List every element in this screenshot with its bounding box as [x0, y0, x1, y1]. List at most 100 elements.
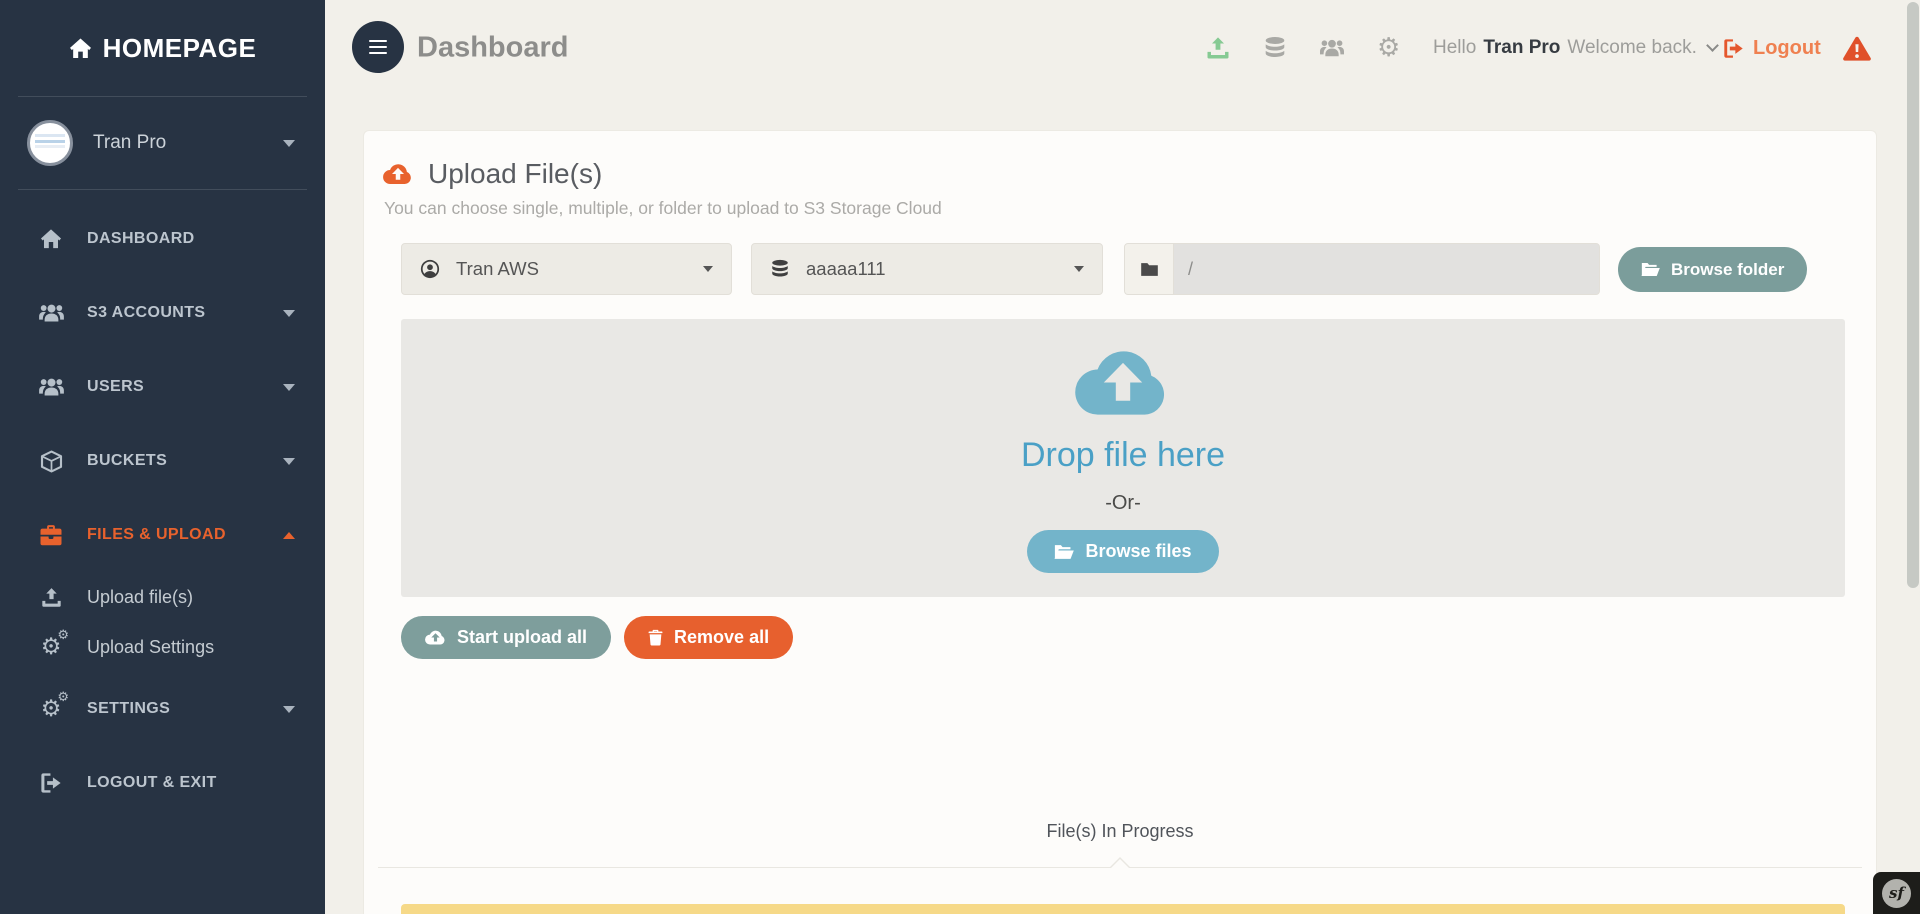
remove-all-label: Remove all	[674, 627, 770, 647]
remove-all-button[interactable]: Remove all	[624, 616, 794, 659]
hamburger-icon	[369, 39, 387, 43]
sidebar-item-label: S3 ACCOUNTS	[87, 304, 206, 321]
panel-title: Upload File(s)	[428, 158, 603, 189]
bucket-select-value: aaaaa111	[806, 258, 886, 279]
sidebar-user-name: Tran Pro	[93, 132, 167, 153]
caret-down-icon	[283, 457, 295, 465]
sidebar-nav: DASHBOARD S3 ACCOUNTS USERS BUCKETS FILE…	[0, 202, 325, 820]
sign-out-icon	[1723, 38, 1744, 59]
sidebar-item-upload-files[interactable]: Upload file(s)	[0, 572, 325, 622]
cloud-upload-icon	[425, 629, 446, 646]
page-title: Dashboard	[417, 31, 569, 64]
caret-down-icon	[283, 705, 295, 713]
warning-icon[interactable]	[1843, 36, 1871, 61]
account-select[interactable]: Tran AWS	[401, 243, 732, 295]
panel-heading: Upload File(s)	[383, 158, 602, 190]
upload-actions: Start upload all Remove all	[401, 616, 794, 659]
in-progress-title: File(s) In Progress	[1046, 821, 1194, 841]
cube-icon	[36, 450, 66, 473]
sidebar-item-label: USERS	[87, 378, 145, 395]
sidebar-item-logout-exit[interactable]: LOGOUT & EXIT	[0, 746, 325, 820]
header-quick-icons: ⚙	[1206, 0, 1400, 96]
sidebar-item-users[interactable]: USERS	[0, 350, 325, 424]
chevron-down-icon	[1706, 38, 1719, 52]
symfony-logo-icon: sf	[1882, 878, 1911, 908]
upload-panel: Upload File(s) You can choose single, mu…	[363, 130, 1877, 914]
greeting-user-name: Tran Pro	[1483, 37, 1561, 58]
sidebar-divider	[18, 189, 307, 190]
page-scrollbar	[1906, 0, 1919, 914]
cloud-upload-icon	[383, 162, 413, 186]
users-icon	[36, 302, 66, 324]
caret-up-icon	[283, 531, 295, 539]
sidebar-item-label: FILES & UPLOAD	[87, 526, 226, 543]
account-select-value: Tran AWS	[456, 258, 539, 279]
sidebar-item-label: BUCKETS	[87, 452, 168, 469]
logout-label: Logout	[1753, 36, 1821, 59]
upload-icon[interactable]	[1206, 36, 1230, 60]
panel-subtitle: You can choose single, multiple, or fold…	[384, 198, 942, 218]
logout-button[interactable]: Logout	[1723, 0, 1821, 96]
browse-files-button[interactable]: Browse files	[1027, 530, 1219, 573]
greeting-welcome: Welcome back.	[1567, 37, 1697, 58]
home-icon	[36, 228, 66, 250]
dropzone-title: Drop file here	[1020, 436, 1226, 474]
folder-open-icon	[1054, 544, 1074, 560]
avatar	[27, 120, 73, 166]
sidebar-user-panel[interactable]: Tran Pro	[0, 97, 325, 189]
top-header: Dashboard ⚙ Hello Tran Pro Welcome back.…	[325, 0, 1920, 96]
in-progress-alert-bar	[401, 904, 1845, 914]
gear-icon[interactable]: ⚙	[1377, 35, 1400, 61]
sidebar-item-label: Upload file(s)	[87, 586, 194, 607]
cloud-upload-icon	[1075, 344, 1171, 421]
sign-out-icon	[36, 772, 66, 794]
sidebar-toggle-button[interactable]	[352, 21, 404, 73]
brand-label: HOMEPAGE	[102, 32, 257, 63]
bucket-select[interactable]: aaaaa111	[751, 243, 1103, 295]
dropzone-or-text: -Or-	[1105, 492, 1141, 514]
trash-icon	[648, 629, 663, 646]
users-icon	[36, 376, 66, 398]
folder-open-icon	[1641, 262, 1660, 277]
database-icon[interactable]	[1263, 36, 1287, 60]
scrollbar-thumb[interactable]	[1907, 2, 1919, 588]
user-circle-icon	[420, 259, 440, 279]
greeting-hello: Hello	[1433, 37, 1477, 58]
sidebar-item-label: Upload Settings	[87, 636, 215, 657]
sidebar-item-files-upload[interactable]: FILES & UPLOAD	[0, 498, 325, 572]
folder-icon	[1125, 244, 1174, 294]
caret-down-icon	[703, 266, 713, 272]
sidebar: HOMEPAGE Tran Pro DASHBOARD S3 ACCOUNTS …	[0, 0, 325, 914]
caret-down-icon	[1074, 266, 1084, 272]
symfony-profiler-button[interactable]: sf	[1873, 872, 1920, 914]
user-menu[interactable]: Hello Tran Pro Welcome back.	[1433, 0, 1719, 96]
database-icon	[770, 259, 790, 279]
cogs-icon: ⚙ ⚙	[40, 690, 69, 722]
folder-path-group	[1124, 243, 1600, 295]
file-dropzone[interactable]: Drop file here -Or- Browse files	[401, 319, 1845, 597]
caret-down-icon	[283, 309, 295, 317]
sidebar-item-settings[interactable]: ⚙ ⚙ SETTINGS	[0, 672, 325, 746]
sidebar-item-buckets[interactable]: BUCKETS	[0, 424, 325, 498]
in-progress-divider	[378, 857, 1862, 868]
sidebar-item-label: LOGOUT & EXIT	[87, 774, 217, 791]
sidebar-item-s3-accounts[interactable]: S3 ACCOUNTS	[0, 276, 325, 350]
users-icon[interactable]	[1320, 36, 1344, 60]
folder-path-input[interactable]	[1174, 244, 1599, 294]
browse-folder-label: Browse folder	[1671, 259, 1785, 279]
start-upload-label: Start upload all	[457, 627, 588, 647]
brand[interactable]: HOMEPAGE	[0, 0, 325, 96]
start-upload-all-button[interactable]: Start upload all	[401, 616, 612, 659]
caret-down-icon	[283, 383, 295, 391]
sidebar-item-label: SETTINGS	[87, 700, 171, 717]
home-icon	[69, 37, 92, 60]
sidebar-item-upload-settings[interactable]: ⚙ ⚙ Upload Settings	[0, 622, 325, 672]
sidebar-item-label: DASHBOARD	[87, 230, 195, 247]
briefcase-icon	[36, 524, 66, 547]
browse-folder-button[interactable]: Browse folder	[1618, 247, 1808, 292]
upload-icon	[36, 587, 66, 608]
caret-down-icon	[283, 139, 295, 147]
sidebar-item-dashboard[interactable]: DASHBOARD	[0, 202, 325, 276]
browse-files-label: Browse files	[1085, 541, 1192, 561]
cogs-icon: ⚙ ⚙	[40, 628, 69, 660]
